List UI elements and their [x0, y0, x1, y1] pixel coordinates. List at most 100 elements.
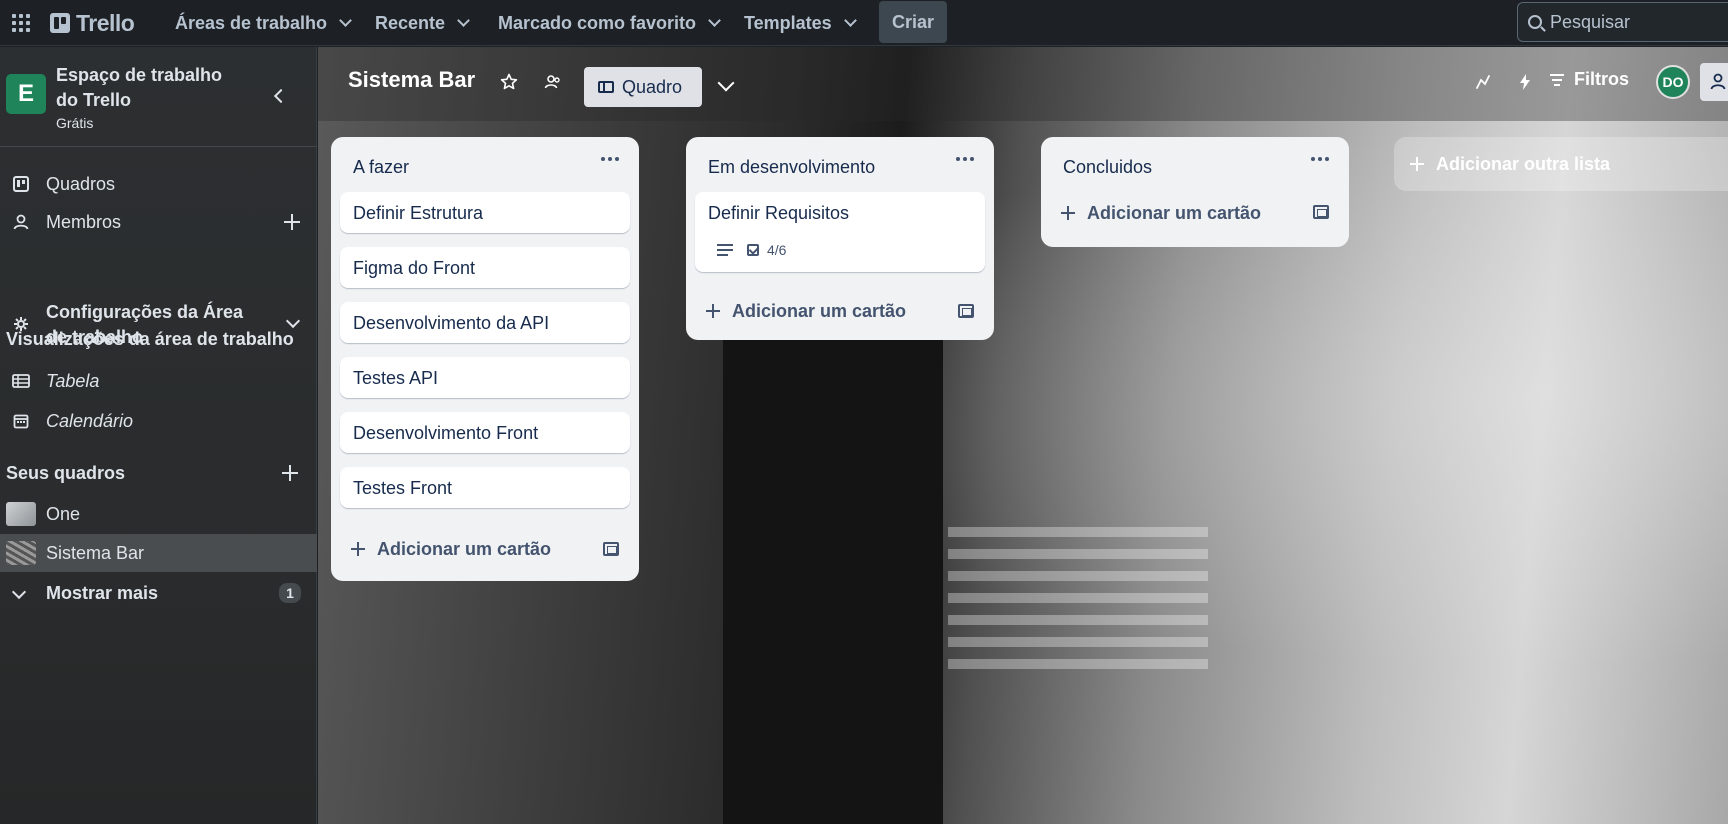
- view-switcher-button[interactable]: Quadro: [584, 67, 702, 107]
- menu-recent[interactable]: Recente: [371, 8, 472, 38]
- card[interactable]: Testes API: [340, 357, 630, 398]
- menu-templates[interactable]: Templates: [740, 8, 859, 38]
- list-title[interactable]: A fazer: [353, 157, 409, 178]
- description-icon: [717, 244, 733, 256]
- menu-starred-label: Marcado como favorito: [498, 12, 697, 33]
- add-card-button[interactable]: Adicionar um cartão: [351, 537, 551, 561]
- team-visibility-icon[interactable]: [542, 71, 564, 93]
- your-boards-title: Seus quadros: [6, 463, 126, 483]
- sidebar-view-table[interactable]: Tabela: [0, 363, 317, 399]
- member-avatar[interactable]: DO: [1656, 65, 1690, 99]
- sidebar-view-label: Tabela: [46, 370, 100, 391]
- card[interactable]: Desenvolvimento da API: [340, 302, 630, 343]
- board-title[interactable]: Sistema Bar: [348, 67, 475, 93]
- card[interactable]: Testes Front: [340, 467, 630, 508]
- show-more-count-badge: 1: [279, 583, 301, 603]
- plus-icon: [1410, 157, 1424, 171]
- workspace-plan: Grátis: [56, 115, 94, 131]
- trello-logo-text: Trello: [76, 9, 135, 36]
- chevron-down-icon[interactable]: [717, 74, 735, 92]
- apps-grid-icon[interactable]: [10, 12, 32, 34]
- sidebar-item-label: Membros: [46, 211, 122, 232]
- card-badges: 4/6: [717, 242, 786, 258]
- plus-icon: [351, 542, 365, 556]
- card-template-icon[interactable]: [603, 542, 619, 556]
- sidebar-view-calendar[interactable]: Calendário: [0, 403, 317, 439]
- sidebar-item-boards[interactable]: Quadros: [0, 166, 317, 202]
- chevron-down-icon: [285, 313, 301, 329]
- add-person-icon: [1710, 73, 1726, 90]
- menu-templates-label: Templates: [744, 12, 832, 33]
- search-box[interactable]: [1517, 2, 1728, 42]
- sidebar-board-sistema-bar[interactable]: Sistema Bar: [0, 534, 317, 572]
- filters-label: Filtros: [1574, 69, 1630, 89]
- list-todo[interactable]: A fazer Definir Estrutura Figma do Front…: [331, 137, 639, 581]
- automation-lightning-icon[interactable]: [1514, 71, 1536, 93]
- list-done[interactable]: Concluidos Adicionar um cartão: [1041, 137, 1349, 247]
- board-thumbnail: [6, 502, 36, 526]
- list-menu-icon[interactable]: [601, 157, 619, 161]
- trello-logo[interactable]: Trello: [50, 9, 135, 37]
- sidebar-board-label: One: [46, 503, 81, 524]
- menu-starred[interactable]: Marcado como favorito: [494, 8, 723, 38]
- board-view-icon: [598, 81, 614, 93]
- workspace-header: E Espaço de trabalho do Trello Grátis: [0, 47, 317, 147]
- checklist-badge: 4/6: [747, 242, 786, 258]
- chevron-down-icon: [11, 584, 27, 600]
- card-title: Desenvolvimento Front: [353, 423, 539, 443]
- card-template-icon[interactable]: [1313, 205, 1329, 219]
- add-card-label: Adicionar um cartão: [377, 538, 552, 559]
- card[interactable]: Definir Requisitos 4/6: [695, 192, 985, 272]
- add-list-button[interactable]: Adicionar outra lista: [1394, 137, 1728, 191]
- view-switcher-label: Quadro: [622, 76, 683, 97]
- list-in-progress[interactable]: Em desenvolvimento Definir Requisitos 4/…: [686, 137, 994, 340]
- list-title[interactable]: Concluidos: [1063, 157, 1152, 178]
- chevron-down-icon: [457, 14, 470, 27]
- background-stripes: [948, 527, 1208, 677]
- add-card-label: Adicionar um cartão: [1087, 202, 1262, 223]
- chevron-down-icon: [339, 14, 352, 27]
- filter-icon: [1550, 73, 1564, 86]
- sidebar: E Espaço de trabalho do Trello Grátis Qu…: [0, 47, 317, 824]
- card-template-icon[interactable]: [958, 304, 974, 318]
- card-title: Testes Front: [353, 478, 453, 498]
- search-input[interactable]: [1550, 11, 1728, 33]
- workspace-name[interactable]: Espaço de trabalho do Trello: [56, 63, 246, 113]
- top-navigation-bar: Trello Áreas de trabalho Recente Marcado…: [0, 0, 1728, 46]
- menu-workspaces[interactable]: Áreas de trabalho: [171, 8, 354, 38]
- create-button[interactable]: Criar: [879, 1, 947, 43]
- add-list-label: Adicionar outra lista: [1436, 153, 1611, 174]
- checklist-icon: [747, 244, 759, 256]
- sidebar-item-members[interactable]: Membros: [0, 204, 317, 240]
- list-menu-icon[interactable]: [1311, 157, 1329, 161]
- show-more-button[interactable]: Mostrar mais 1: [0, 575, 317, 611]
- add-card-button[interactable]: Adicionar um cartão: [706, 299, 906, 323]
- plus-icon: [706, 304, 720, 318]
- add-member-icon[interactable]: [284, 214, 300, 230]
- workspace-avatar[interactable]: E: [6, 74, 46, 114]
- person-icon: [12, 213, 30, 231]
- board-canvas: Sistema Bar Quadro Filtros DO A fazer De…: [318, 47, 1728, 824]
- filters-button[interactable]: Filtros: [1550, 69, 1629, 90]
- list-menu-icon[interactable]: [956, 157, 974, 161]
- card[interactable]: Definir Estrutura: [340, 192, 630, 233]
- menu-workspaces-label: Áreas de trabalho: [175, 12, 328, 33]
- share-button[interactable]: [1700, 63, 1728, 101]
- list-title[interactable]: Em desenvolvimento: [708, 157, 875, 178]
- sidebar-board-label: Sistema Bar: [46, 542, 145, 563]
- card[interactable]: Figma do Front: [340, 247, 630, 288]
- sidebar-board-one[interactable]: One: [0, 496, 317, 532]
- sidebar-view-label: Calendário: [46, 410, 134, 431]
- chevron-down-icon: [708, 14, 721, 27]
- power-ups-icon[interactable]: [1472, 71, 1494, 93]
- show-more-label: Mostrar mais: [46, 582, 159, 603]
- table-icon: [12, 372, 30, 390]
- add-board-icon[interactable]: [282, 465, 298, 481]
- star-icon[interactable]: [498, 71, 520, 93]
- card-title: Figma do Front: [353, 258, 476, 278]
- collapse-sidebar-button[interactable]: [272, 89, 286, 103]
- card[interactable]: Desenvolvimento Front: [340, 412, 630, 453]
- add-card-button[interactable]: Adicionar um cartão: [1061, 201, 1261, 225]
- calendar-icon: [12, 412, 30, 430]
- card-title: Desenvolvimento da API: [353, 313, 550, 333]
